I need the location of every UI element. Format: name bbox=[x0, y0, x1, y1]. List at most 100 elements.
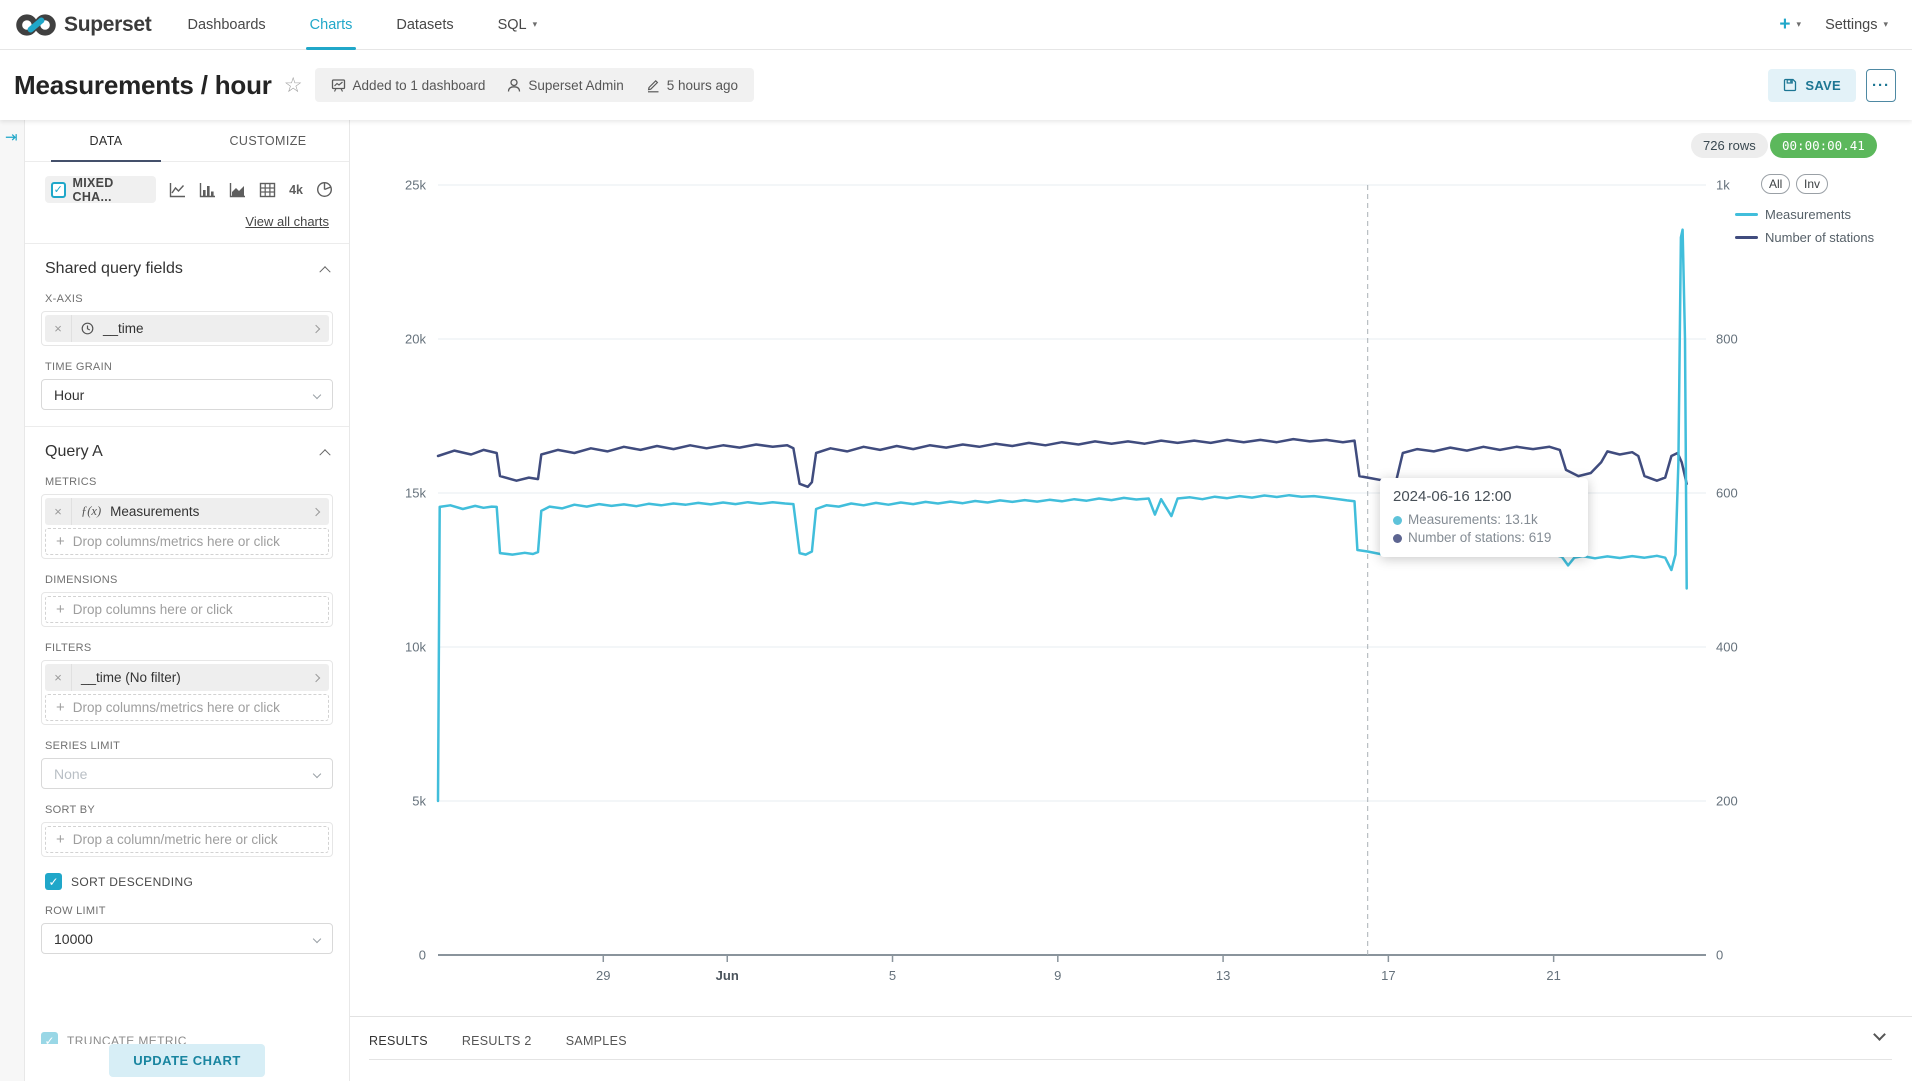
series-dot-measurements bbox=[1393, 516, 1402, 525]
legend-item-measurements[interactable]: Measurements bbox=[1735, 207, 1851, 222]
sort-descending-checkbox[interactable]: ✓ SORT DESCENDING bbox=[45, 873, 329, 890]
chevron-right-icon bbox=[312, 324, 320, 332]
filters-adder[interactable]: + Drop columns/metrics here or click bbox=[45, 694, 329, 721]
remove-icon[interactable]: × bbox=[45, 498, 72, 525]
sort-by-adder[interactable]: + Drop a column/metric here or click bbox=[45, 826, 329, 853]
svg-text:800: 800 bbox=[1716, 332, 1738, 347]
x-axis-control: × __time bbox=[41, 311, 333, 346]
tab-customize[interactable]: CUSTOMIZE bbox=[187, 120, 349, 161]
svg-text:5k: 5k bbox=[412, 794, 426, 809]
remove-icon[interactable]: × bbox=[45, 664, 72, 691]
dashboard-icon bbox=[331, 78, 346, 93]
tab-data[interactable]: DATA bbox=[25, 120, 187, 161]
plus-icon: + bbox=[56, 699, 65, 716]
filter-pill[interactable]: × __time (No filter) bbox=[45, 664, 329, 691]
bar-chart-icon[interactable] bbox=[199, 182, 216, 198]
favorite-star-icon[interactable]: ☆ bbox=[284, 73, 303, 98]
viz-type-4k[interactable]: 4k bbox=[289, 183, 303, 197]
svg-text:600: 600 bbox=[1716, 486, 1738, 501]
svg-text:1k: 1k bbox=[1716, 178, 1730, 193]
row-limit-select[interactable]: 10000 bbox=[41, 923, 333, 954]
divider bbox=[369, 1059, 1892, 1060]
superset-logo[interactable]: Superset bbox=[0, 11, 165, 39]
svg-text:200: 200 bbox=[1716, 794, 1738, 809]
results-pane: RESULTS RESULTS 2 SAMPLES bbox=[350, 1016, 1912, 1081]
more-actions-button[interactable]: ··· bbox=[1866, 69, 1896, 102]
svg-text:0: 0 bbox=[419, 948, 426, 963]
chart-header: Measurements / hour ☆ Added to 1 dashboa… bbox=[0, 50, 1912, 120]
edit-pencil-icon bbox=[646, 78, 660, 93]
metric-pill[interactable]: × ƒ(x) Measurements bbox=[45, 498, 329, 525]
dimensions-adder[interactable]: + Drop columns here or click bbox=[45, 596, 329, 623]
legend-all-button[interactable]: All bbox=[1761, 174, 1790, 194]
line-chart-icon[interactable] bbox=[169, 182, 186, 198]
update-chart-button[interactable]: UPDATE CHART bbox=[109, 1044, 265, 1077]
user-icon bbox=[507, 78, 521, 93]
panel-tabs: DATA CUSTOMIZE bbox=[25, 120, 349, 162]
viz-type-selected-chip[interactable]: ✓ MIXED CHA... bbox=[45, 176, 156, 203]
tab-samples[interactable]: SAMPLES bbox=[566, 1034, 627, 1048]
tab-results[interactable]: RESULTS bbox=[369, 1034, 428, 1048]
query-a-header[interactable]: Query A bbox=[45, 443, 329, 461]
infinity-logo-icon bbox=[16, 11, 56, 39]
dashboards-meta[interactable]: Added to 1 dashboard bbox=[331, 78, 486, 93]
svg-text:29: 29 bbox=[596, 968, 610, 983]
chevron-right-icon bbox=[312, 673, 320, 681]
table-icon[interactable] bbox=[259, 182, 276, 198]
area-chart-icon[interactable] bbox=[229, 182, 246, 198]
dimensions-control: + Drop columns here or click bbox=[41, 592, 333, 627]
shared-query-fields-header[interactable]: Shared query fields bbox=[45, 260, 329, 278]
chevron-right-icon bbox=[312, 507, 320, 515]
owner-meta[interactable]: Superset Admin bbox=[507, 78, 623, 93]
time-grain-select[interactable]: Hour bbox=[41, 379, 333, 410]
new-item-button[interactable]: +▾ bbox=[1771, 0, 1809, 50]
metrics-adder[interactable]: + Drop columns/metrics here or click bbox=[45, 528, 329, 555]
chart-canvas[interactable]: 005k20010k40015k60020k80025k1k29Jun59131… bbox=[350, 120, 1912, 1016]
svg-text:20k: 20k bbox=[405, 332, 426, 347]
page-title: Measurements / hour bbox=[14, 70, 272, 101]
nav-datasets[interactable]: Datasets bbox=[374, 0, 475, 50]
row-count-badge: 726 rows bbox=[1691, 133, 1768, 158]
svg-text:0: 0 bbox=[1716, 948, 1723, 963]
metrics-label: METRICS bbox=[45, 476, 329, 488]
save-button[interactable]: SAVE bbox=[1768, 69, 1856, 102]
svg-text:21: 21 bbox=[1546, 968, 1560, 983]
chevron-down-icon bbox=[313, 390, 321, 398]
view-all-charts-link[interactable]: View all charts bbox=[245, 214, 329, 229]
floppy-disk-icon bbox=[1783, 78, 1797, 92]
top-navbar: Superset Dashboards Charts Datasets SQL▾… bbox=[0, 0, 1912, 50]
sort-by-label: SORT BY bbox=[45, 804, 329, 816]
svg-text:25k: 25k bbox=[405, 178, 426, 193]
function-icon: ƒ(x) bbox=[81, 504, 101, 519]
legend-inverse-button[interactable]: Inv bbox=[1796, 174, 1828, 194]
caret-down-icon: ▾ bbox=[1883, 19, 1888, 30]
filters-label: FILTERS bbox=[45, 642, 329, 654]
svg-text:Jun: Jun bbox=[716, 968, 739, 983]
settings-menu[interactable]: Settings▾ bbox=[1819, 0, 1894, 50]
panel-footer: UPDATE CHART bbox=[25, 1044, 349, 1081]
remove-icon[interactable]: × bbox=[45, 315, 72, 342]
chart-meta: Added to 1 dashboard Superset Admin 5 ho… bbox=[315, 68, 754, 102]
legend-swatch-measurements bbox=[1735, 213, 1758, 216]
x-axis-label: X-AXIS bbox=[45, 293, 329, 305]
pie-chart-icon[interactable] bbox=[316, 181, 333, 198]
nav-dashboards[interactable]: Dashboards bbox=[165, 0, 287, 50]
divider bbox=[25, 243, 349, 244]
caret-down-icon: ▾ bbox=[533, 19, 538, 30]
nav-charts[interactable]: Charts bbox=[288, 0, 375, 50]
x-axis-pill[interactable]: × __time bbox=[45, 315, 329, 342]
expand-panel-icon[interactable]: ⇥ bbox=[5, 128, 18, 146]
legend-item-stations[interactable]: Number of stations bbox=[1735, 230, 1874, 245]
nav-sql[interactable]: SQL▾ bbox=[476, 0, 560, 50]
filters-control: × __time (No filter) + Drop columns/metr… bbox=[41, 660, 333, 725]
tooltip-row: Number of stations: 619 bbox=[1393, 529, 1575, 547]
brand-name: Superset bbox=[64, 13, 151, 37]
svg-text:400: 400 bbox=[1716, 640, 1738, 655]
dimensions-label: DIMENSIONS bbox=[45, 574, 329, 586]
tab-results-2[interactable]: RESULTS 2 bbox=[462, 1034, 532, 1048]
last-modified-meta[interactable]: 5 hours ago bbox=[646, 78, 738, 93]
collapse-results-chevron[interactable] bbox=[1868, 1025, 1890, 1047]
series-limit-select[interactable]: None bbox=[41, 758, 333, 789]
time-grain-label: TIME GRAIN bbox=[45, 361, 329, 373]
svg-text:10k: 10k bbox=[405, 640, 426, 655]
